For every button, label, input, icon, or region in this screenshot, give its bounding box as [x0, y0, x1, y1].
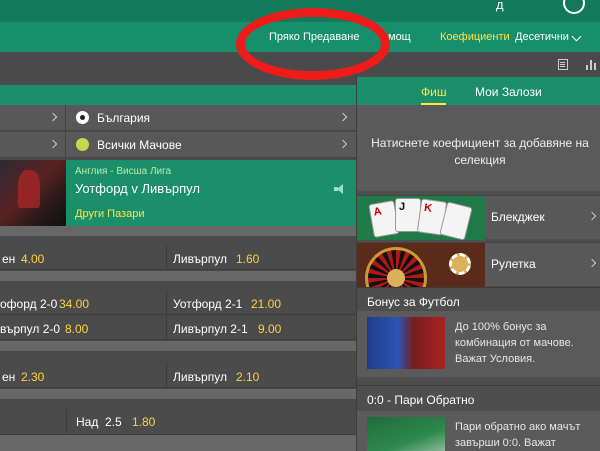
roulette-hub [387, 269, 405, 287]
selection-odds[interactable]: 1.80 [132, 415, 155, 429]
market-row: ен 2.30 Ливърпул 2.10 [0, 364, 356, 388]
match-thumbnail [0, 160, 66, 226]
casino-chip-icon [449, 253, 471, 275]
odds-cell[interactable]: Ливърпул 2-1 9.00 [166, 316, 356, 340]
market-row: ен 4.00 Ливърпул 1.60 [0, 246, 356, 270]
market-row: офорд 2-0 34.00 Уотфорд 2-1 21.00 [0, 291, 356, 315]
promo-cashback-image [367, 417, 445, 451]
speaker-icon[interactable] [334, 184, 344, 194]
match-league: Англия - Висша Лига [75, 166, 172, 177]
soccer-ball-icon [76, 111, 89, 124]
selection-label: Ливърпул [173, 252, 227, 266]
game-blackjack-label: Блекджек [491, 210, 545, 224]
header-partial-text: д [496, 0, 504, 12]
featured-match[interactable]: Англия - Висша Лига Уотфорд v Ливърпул Д… [0, 160, 356, 226]
odds-cell[interactable]: Ливърпул 1.60 [166, 246, 356, 270]
chevron-down-icon[interactable] [571, 31, 582, 42]
odds-cell[interactable]: върпул 2-0 8.00 [0, 316, 166, 340]
filter-row-matches[interactable]: Всички Мачове [0, 132, 356, 158]
tab-betslip[interactable]: Фиш [421, 85, 447, 105]
selection-label: Уотфорд 2-1 [173, 297, 243, 311]
event-panel: България Всички Мачове Англия - Висша Ли… [0, 77, 356, 451]
filter-row-country[interactable]: България [0, 105, 356, 131]
betslip-tabs: Фиш Мои Залози [357, 77, 600, 105]
sidebar-right: Фиш Мои Залози Натиснете коефициент за д… [357, 77, 600, 451]
section-header-strip [0, 85, 356, 105]
blackjack-image: A J K [357, 196, 485, 240]
roulette-image [357, 243, 485, 287]
nav-live-link[interactable]: Пряко Предаване [269, 31, 359, 43]
promo-football-title: Бонус за Футбол [367, 295, 460, 309]
odds-cell-empty [0, 409, 66, 433]
nav-help-link[interactable]: мощ [388, 31, 411, 43]
selection-label: Ливърпул 2-1 [173, 322, 248, 336]
promo-football-text: До 100% бонус за комбинация от мачове. В… [455, 321, 574, 365]
tennis-ball-icon [76, 138, 89, 151]
toolbar [0, 52, 600, 77]
chevron-right-icon [587, 258, 597, 268]
match-info[interactable]: Англия - Висша Лига Уотфорд v Ливърпул Д… [66, 160, 356, 226]
selection-odds[interactable]: 21.00 [251, 297, 281, 311]
chevron-right-icon [587, 211, 597, 221]
promo-football[interactable]: До 100% бонус за комбинация от мачове. В… [357, 311, 600, 377]
top-header: д [0, 0, 600, 22]
odds-cell[interactable]: офорд 2-0 34.00 [0, 291, 166, 315]
promo-football-header[interactable]: Бонус за Футбол [357, 287, 600, 311]
selection-odds[interactable]: 8.00 [65, 322, 88, 336]
odds-cell[interactable]: Ливърпул 2.10 [166, 364, 356, 388]
match-teams[interactable]: Уотфорд v Ливърпул [75, 181, 200, 196]
filter-left-cell[interactable] [0, 132, 66, 158]
odds-cell[interactable]: ен 4.00 [0, 246, 166, 270]
filter-matches-label: Всички Мачове [97, 138, 182, 152]
over-label: Над [76, 415, 99, 429]
game-roulette-label: Рулетка [491, 257, 536, 271]
filter-left-cell[interactable] [0, 105, 66, 131]
chevron-right-icon [338, 112, 348, 122]
betslip-message: Натиснете коефициент за добавяне на селе… [371, 136, 589, 167]
promo-cashback[interactable]: Пари обратно ако мачът завърши 0:0. Важа… [357, 411, 600, 451]
stats-icon[interactable] [586, 59, 596, 70]
market-divider [0, 435, 356, 451]
selection-odds[interactable]: 2.10 [236, 370, 259, 384]
odds-cell[interactable]: Уотфорд 2-1 21.00 [166, 291, 356, 315]
main-nav: Пряко Предаване мощ Коефициенти Десетичн… [0, 22, 600, 52]
game-blackjack[interactable]: A J K Блекджек [357, 195, 600, 240]
selection-odds[interactable]: 2.30 [21, 370, 44, 384]
chevron-right-icon [48, 112, 58, 122]
chevron-right-icon [338, 139, 348, 149]
odds-cell[interactable]: ен 2.30 [0, 364, 166, 388]
market-row: върпул 2-0 8.00 Ливърпул 2-1 9.00 [0, 316, 356, 340]
selection-label: Ливърпул [173, 370, 227, 384]
market-divider [0, 389, 356, 399]
over-line: 2.5 [105, 415, 122, 429]
selection-odds[interactable]: 9.00 [258, 322, 281, 336]
market-divider [0, 226, 356, 236]
selection-label: върпул 2-0 [0, 322, 61, 336]
promo-cashback-text: Пари обратно ако мачът завърши 0:0. Важа… [455, 421, 581, 449]
selection-odds[interactable]: 34.00 [59, 297, 89, 311]
odds-format-label: Коефициенти [440, 31, 510, 43]
betslip-empty: Натиснете коефициент за добавяне на селе… [357, 105, 600, 191]
market-divider [0, 341, 356, 351]
selection-label: офорд 2-0 [0, 297, 58, 311]
selection-odds[interactable]: 1.60 [236, 252, 259, 266]
document-icon[interactable] [558, 59, 568, 70]
filter-country-label: България [97, 111, 151, 125]
more-markets-link[interactable]: Други Пазари [75, 208, 144, 220]
odds-format-select[interactable]: Десетични [515, 31, 569, 43]
promo-cashback-title: 0:0 - Пари Обратно [367, 393, 475, 407]
selection-label: ен [2, 370, 16, 384]
chevron-right-icon [48, 139, 58, 149]
promo-football-image [367, 317, 445, 369]
tab-my-bets[interactable]: Мои Залози [475, 85, 542, 99]
market-divider [0, 271, 356, 281]
user-circle-icon[interactable] [563, 0, 585, 14]
market-row: Над 2.5 1.80 [0, 409, 356, 435]
odds-cell[interactable]: Над 2.5 1.80 [66, 409, 356, 433]
game-roulette[interactable]: Рулетка [357, 242, 600, 287]
promo-cashback-header[interactable]: 0:0 - Пари Обратно [357, 385, 600, 409]
selection-label: ен [2, 252, 16, 266]
selection-odds[interactable]: 4.00 [21, 252, 44, 266]
